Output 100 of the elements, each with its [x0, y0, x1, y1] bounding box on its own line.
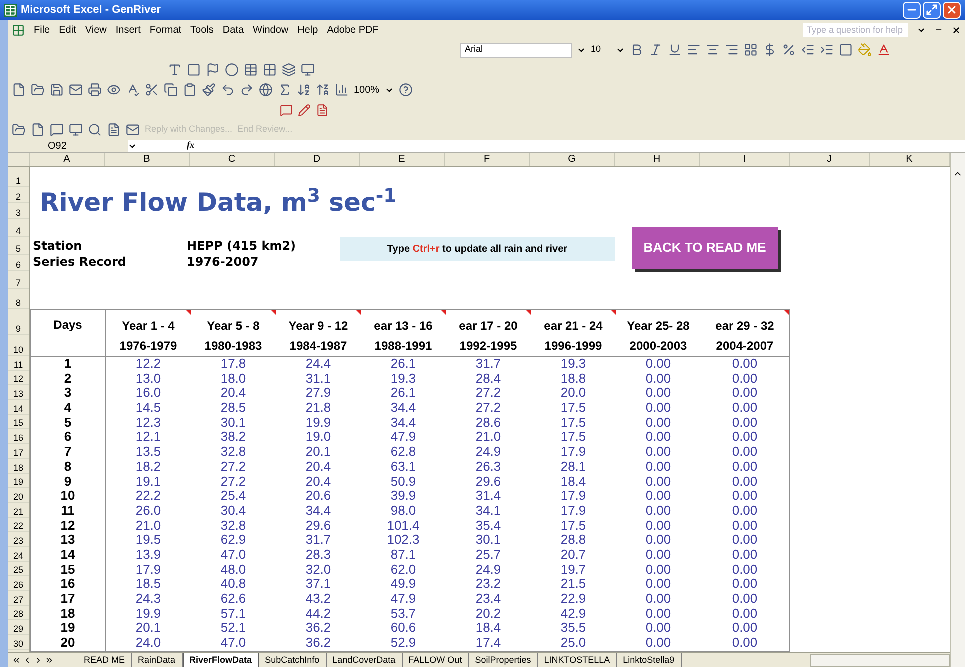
sheet-tab[interactable]: FALLOW Out — [402, 653, 470, 667]
chart-icon[interactable] — [335, 83, 349, 97]
new-file-icon[interactable] — [12, 83, 26, 97]
sheet-tab[interactable]: LinktoStella9 — [617, 653, 682, 667]
menu-item[interactable]: Tools — [190, 22, 214, 38]
row-header[interactable]: 23 — [8, 532, 29, 547]
row-header[interactable]: 25 — [8, 562, 29, 576]
column-header[interactable]: D — [275, 153, 360, 166]
column-header[interactable]: A — [30, 153, 105, 166]
sheet-tab[interactable]: RiverFlowData — [182, 653, 260, 667]
close-icon[interactable] — [952, 26, 961, 34]
column-header[interactable]: C — [190, 153, 275, 166]
text-icon[interactable] — [168, 63, 182, 77]
row-header[interactable]: 26 — [8, 576, 29, 591]
column-header[interactable]: B — [105, 153, 190, 166]
row-header[interactable]: 12 — [8, 370, 29, 386]
row-header[interactable]: 21 — [8, 502, 29, 518]
column-header[interactable]: H — [615, 153, 700, 166]
column-header[interactable]: F — [445, 153, 530, 166]
sheet-tab[interactable]: LINKTOSTELLA — [538, 653, 618, 667]
menu-item[interactable]: Help — [298, 22, 318, 38]
row-header[interactable]: 11 — [8, 356, 29, 371]
row-header[interactable]: 14 — [8, 400, 29, 415]
globe-icon[interactable] — [259, 83, 273, 97]
comment-icon[interactable] — [280, 104, 293, 116]
row-header[interactable]: 28 — [8, 606, 29, 620]
monitor-icon[interactable] — [301, 63, 315, 77]
next-sheet-icon[interactable] — [34, 656, 43, 664]
horizontal-scrollbar[interactable] — [810, 654, 950, 666]
column-header[interactable]: G — [530, 153, 615, 166]
row-header[interactable]: 22 — [8, 518, 29, 532]
menu-item[interactable]: Data — [222, 22, 244, 38]
percent-icon[interactable] — [782, 43, 796, 57]
align-left-icon[interactable] — [687, 43, 701, 57]
menu-item[interactable]: Adobe PDF — [327, 22, 379, 38]
close-button[interactable] — [943, 2, 961, 18]
first-sheet-icon[interactable] — [12, 656, 21, 664]
row-header[interactable]: 16 — [8, 429, 29, 444]
row-header[interactable]: 30 — [8, 635, 29, 650]
sum-icon[interactable] — [278, 83, 292, 97]
layers-icon[interactable] — [282, 63, 296, 77]
file-icon[interactable] — [31, 123, 45, 137]
align-right-icon[interactable] — [725, 43, 739, 57]
name-box[interactable]: O92 — [8, 140, 128, 152]
bold-icon[interactable] — [630, 43, 644, 57]
menu-item[interactable]: Insert — [116, 22, 141, 38]
font-color-icon[interactable] — [877, 43, 891, 57]
sort-ascending-icon[interactable] — [297, 83, 311, 97]
row-header[interactable]: 13 — [8, 385, 29, 400]
pencil-icon[interactable] — [298, 104, 311, 116]
paste-icon[interactable] — [183, 83, 197, 97]
document-icon[interactable] — [107, 123, 121, 137]
row-header[interactable]: 1 — [8, 167, 29, 187]
align-center-icon[interactable] — [706, 43, 720, 57]
row-header[interactable]: 10 — [8, 335, 29, 356]
font-field[interactable]: Arial — [460, 42, 572, 58]
previous-sheet-icon[interactable] — [23, 656, 32, 664]
row-header[interactable]: 17 — [8, 444, 29, 459]
sheet-tab[interactable]: SubCatchInfo — [259, 653, 327, 667]
sheet-tab[interactable]: READ ME — [78, 653, 132, 667]
mail-icon[interactable] — [126, 123, 140, 137]
menu-item[interactable]: Edit — [59, 22, 76, 38]
back-to-read-me-button[interactable]: BACK TO READ ME — [632, 227, 778, 269]
search-icon[interactable] — [88, 123, 102, 137]
row-header[interactable]: 24 — [8, 546, 29, 562]
monitor-icon[interactable] — [69, 123, 83, 137]
maximize-button[interactable] — [923, 2, 941, 18]
print-icon[interactable] — [88, 83, 102, 97]
help-field[interactable]: Type a question for help — [803, 23, 908, 37]
row-header[interactable]: 29 — [8, 620, 29, 636]
sheet-tab[interactable]: SoilProperties — [469, 653, 538, 667]
redo-icon[interactable] — [240, 83, 254, 97]
row-header[interactable]: 15 — [8, 414, 29, 430]
zoom-field[interactable]: 100% — [354, 82, 380, 98]
workbook-icon[interactable] — [12, 24, 25, 36]
cut-icon[interactable] — [145, 83, 159, 97]
rectangle-icon[interactable] — [187, 63, 201, 77]
row-header[interactable]: 8 — [8, 289, 29, 309]
row-header[interactable]: 4 — [8, 219, 29, 237]
menu-item[interactable]: Format — [150, 22, 182, 38]
folder-icon[interactable] — [12, 123, 26, 137]
menu-item[interactable]: View — [85, 22, 107, 38]
row-header[interactable]: 5 — [8, 237, 29, 255]
mail-icon[interactable] — [69, 83, 83, 97]
italic-icon[interactable] — [649, 43, 663, 57]
indent-icon[interactable] — [820, 43, 834, 57]
row-header[interactable]: 9 — [8, 309, 29, 335]
column-header[interactable]: J — [790, 153, 870, 166]
row-header[interactable]: 2 — [8, 187, 29, 203]
document-icon[interactable] — [316, 104, 329, 116]
spell-check-icon[interactable] — [126, 83, 140, 97]
column-header[interactable]: E — [360, 153, 445, 166]
preview-icon[interactable] — [107, 83, 121, 97]
underline-icon[interactable] — [668, 43, 682, 57]
outdent-icon[interactable] — [801, 43, 815, 57]
border-icon[interactable] — [839, 43, 853, 57]
row-header[interactable]: 18 — [8, 458, 29, 474]
row-header[interactable]: 20 — [8, 488, 29, 503]
merge-center-icon[interactable] — [744, 43, 758, 57]
flag-icon[interactable] — [206, 63, 220, 77]
